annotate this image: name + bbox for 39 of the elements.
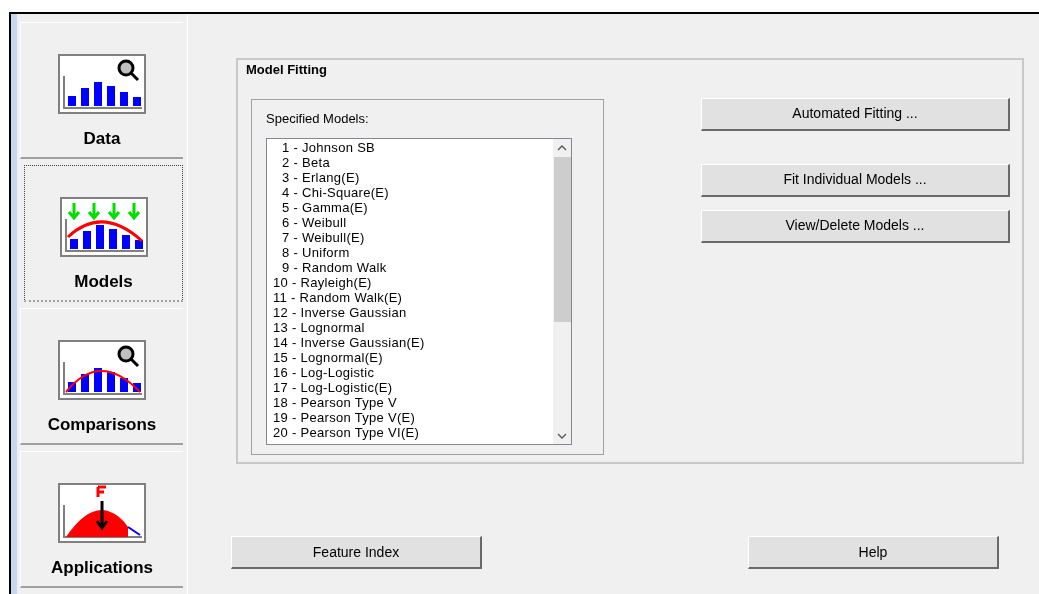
scroll-thumb[interactable] [553, 157, 571, 322]
action-button[interactable]: Automated Fitting ... [701, 97, 1010, 131]
action-button[interactable]: Fit Individual Models ... [701, 163, 1010, 197]
list-item[interactable]: 9 - Random Walk [267, 260, 553, 275]
list-label: Specified Models: [266, 109, 370, 128]
action-button[interactable]: View/Delete Models ... [701, 209, 1010, 243]
list-item[interactable]: 2 - Beta [267, 155, 553, 170]
list-item[interactable]: 7 - Weibull(E) [267, 230, 553, 245]
list-item[interactable]: 19 - Pearson Type V(E) [267, 410, 553, 425]
list-item[interactable]: 17 - Log-Logistic(E) [267, 380, 553, 395]
list-item[interactable]: 16 - Log-Logistic [267, 365, 553, 380]
sidebar-tab[interactable]: Data [20, 22, 183, 159]
bar-chart-curve-magnifier-icon [58, 339, 146, 400]
sidebar-tab[interactable]: Applications [20, 451, 183, 588]
scroll-up-icon[interactable] [557, 145, 567, 151]
list-item[interactable]: 12 - Inverse Gaussian [267, 305, 553, 320]
bar-chart-magnifier-icon [58, 53, 146, 114]
scroll-down-icon[interactable] [557, 433, 567, 439]
list-item[interactable]: 3 - Erlang(E) [267, 170, 553, 185]
list-item[interactable]: 20 - Pearson Type VI(E) [267, 425, 553, 440]
models-listbox[interactable] [266, 138, 572, 445]
list-item[interactable]: 8 - Uniform [267, 245, 553, 260]
scrollbar[interactable] [553, 139, 571, 444]
list-item[interactable]: 6 - Weibull [267, 215, 553, 230]
action-button[interactable]: Help [748, 536, 999, 569]
bar-chart-curve-arrows-icon [59, 196, 148, 257]
list-item[interactable]: 14 - Inverse Gaussian(E) [267, 335, 553, 350]
sidebar-tab[interactable]: Comparisons [20, 308, 183, 445]
list-item[interactable]: 15 - Lognormal(E) [267, 350, 553, 365]
group-title: Model Fitting [246, 61, 328, 79]
list-item[interactable]: 5 - Gamma(E) [267, 200, 553, 215]
list-item[interactable]: 13 - Lognormal [267, 320, 553, 335]
list-item[interactable]: 11 - Random Walk(E) [267, 290, 553, 305]
action-button[interactable]: Feature Index [231, 536, 482, 569]
list-item[interactable]: 10 - Rayleigh(E) [267, 275, 553, 290]
list-item[interactable]: 1 - Johnson SB [267, 140, 553, 155]
list-item[interactable]: 18 - Pearson Type V [267, 395, 553, 410]
list-item[interactable]: 4 - Chi-Square(E) [267, 185, 553, 200]
sidebar-tab[interactable]: Models [24, 165, 183, 302]
